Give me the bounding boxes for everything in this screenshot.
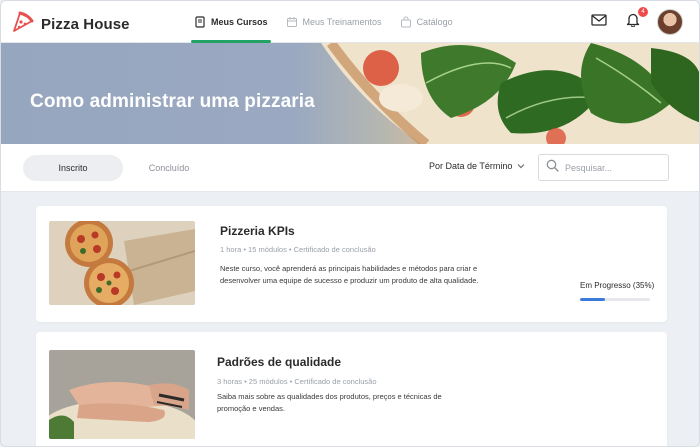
search-icon xyxy=(546,159,559,177)
messages-button[interactable] xyxy=(589,12,609,32)
course-thumbnail xyxy=(49,350,195,439)
progress-status: Em Progresso (35%) xyxy=(580,281,655,290)
course-description: Neste curso, você aprenderá as principai… xyxy=(220,264,479,285)
nav-tab-label: Meus Treinamentos xyxy=(302,17,382,27)
progress-bar-fill xyxy=(580,298,605,301)
status-tabs: Inscrito Concluído xyxy=(23,155,215,181)
search-input[interactable] xyxy=(565,162,660,173)
pizza-slice-icon xyxy=(11,10,35,39)
calendar-icon xyxy=(286,16,298,28)
course-title[interactable]: Padrões de qualidade xyxy=(217,355,341,369)
course-meta: 3 horas • 25 módulos • Certificado de co… xyxy=(217,377,377,386)
course-card[interactable]: Padrões de qualidade 3 horas • 25 módulo… xyxy=(36,332,667,446)
brand-name: Pizza House xyxy=(41,16,130,33)
chevron-down-icon xyxy=(517,161,525,171)
book-icon xyxy=(194,16,206,28)
course-description: Saiba mais sobre as qualidades dos produ… xyxy=(217,392,442,413)
page-title: Como administrar uma pizzaria xyxy=(30,91,315,112)
course-hero-banner: Como administrar uma pizzaria xyxy=(1,43,699,144)
tab-concluido[interactable]: Concluído xyxy=(123,155,215,181)
course-meta: 1 hora • 15 módulos • Certificado de con… xyxy=(220,245,376,254)
header-actions: 4 xyxy=(589,7,683,35)
filter-bar: Inscrito Concluído Por Data de Término xyxy=(1,144,699,192)
sort-label: Por Data de Término xyxy=(429,161,513,171)
notifications-button[interactable]: 4 xyxy=(623,7,648,32)
app-window: Pizza House Meus Cursos Meus Treinamento… xyxy=(0,0,700,447)
course-title[interactable]: Pizzeria KPIs xyxy=(220,224,295,238)
shopping-bag-icon xyxy=(400,16,412,28)
user-avatar[interactable] xyxy=(657,9,683,35)
main-nav: Meus Cursos Meus Treinamentos Catálogo xyxy=(191,1,468,43)
course-thumbnail xyxy=(49,221,195,305)
nav-tab-meus-cursos[interactable]: Meus Cursos xyxy=(191,1,271,43)
mail-icon xyxy=(591,13,607,31)
nav-tab-catalogo[interactable]: Catálogo xyxy=(397,1,456,43)
nav-tab-label: Meus Cursos xyxy=(211,17,268,27)
sort-dropdown[interactable]: Por Data de Término xyxy=(429,161,525,171)
top-navigation-bar: Pizza House Meus Cursos Meus Treinamento… xyxy=(1,1,699,43)
bell-icon xyxy=(626,12,640,32)
tab-inscrito[interactable]: Inscrito xyxy=(23,155,123,181)
progress-bar xyxy=(580,298,650,301)
search-field[interactable] xyxy=(538,154,669,181)
brand[interactable]: Pizza House xyxy=(11,10,130,39)
nav-tab-label: Catálogo xyxy=(416,17,453,27)
course-card[interactable]: Pizzeria KPIs 1 hora • 15 módulos • Cert… xyxy=(36,206,667,322)
nav-tab-meus-treinamentos[interactable]: Meus Treinamentos xyxy=(283,1,385,43)
notification-badge: 4 xyxy=(638,7,648,17)
pizza-hero-image xyxy=(321,43,699,144)
